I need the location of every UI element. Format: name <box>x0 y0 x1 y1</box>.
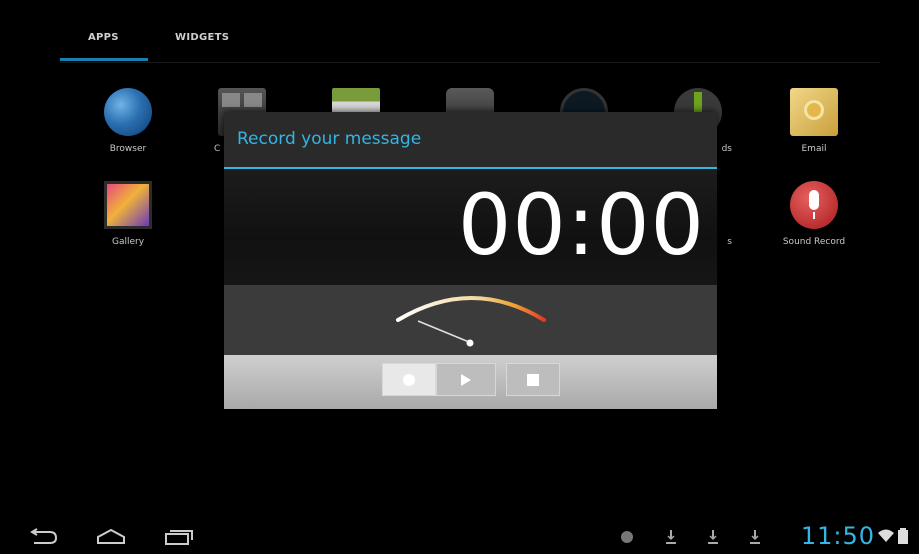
app-label: Gallery <box>111 237 145 247</box>
email-icon <box>790 88 838 136</box>
elapsed-timer: 00:00 <box>457 176 705 274</box>
recent-apps-icon[interactable] <box>164 528 194 546</box>
timer-panel: 00:00 <box>224 169 717 285</box>
tab-apps[interactable]: APPS <box>88 32 119 43</box>
home-icon[interactable] <box>96 528 126 546</box>
record-icon <box>403 373 415 386</box>
sound-recorder-icon <box>790 181 838 229</box>
download-notification-icon[interactable] <box>666 530 676 544</box>
vu-meter-icon <box>396 296 546 347</box>
record-dialog: Record your message 00:00 <box>224 112 717 409</box>
battery-icon <box>898 528 908 544</box>
gallery-icon <box>104 181 152 229</box>
media-icon[interactable] <box>620 530 634 544</box>
app-drawer-tabs: APPS WIDGETS <box>60 32 880 63</box>
stop-icon <box>527 373 539 386</box>
app-label: Browser <box>109 144 147 154</box>
tab-apps-indicator <box>60 58 148 61</box>
level-meter-panel <box>224 285 717 355</box>
record-button[interactable] <box>382 363 436 396</box>
app-label: Sound Record <box>782 237 846 247</box>
back-icon[interactable] <box>28 528 58 546</box>
status-clock[interactable]: 11:50 <box>801 522 875 550</box>
tab-widgets[interactable]: WIDGETS <box>175 32 229 43</box>
recorder-controls <box>224 355 717 409</box>
app-sound-recorder[interactable]: Sound Record <box>774 181 854 247</box>
app-gallery[interactable]: Gallery <box>88 181 168 247</box>
dialog-title: Record your message <box>237 129 422 149</box>
play-button[interactable] <box>436 363 496 396</box>
system-bar: 11:50 <box>0 520 919 554</box>
wifi-icon <box>878 529 894 542</box>
browser-icon <box>104 88 152 136</box>
download-notification-icon[interactable] <box>708 530 718 544</box>
play-icon <box>461 373 471 386</box>
stop-button[interactable] <box>506 363 560 396</box>
app-email[interactable]: Email <box>774 88 854 154</box>
app-browser[interactable]: Browser <box>88 88 168 154</box>
download-notification-icon[interactable] <box>750 530 760 544</box>
app-label: Email <box>801 144 827 154</box>
